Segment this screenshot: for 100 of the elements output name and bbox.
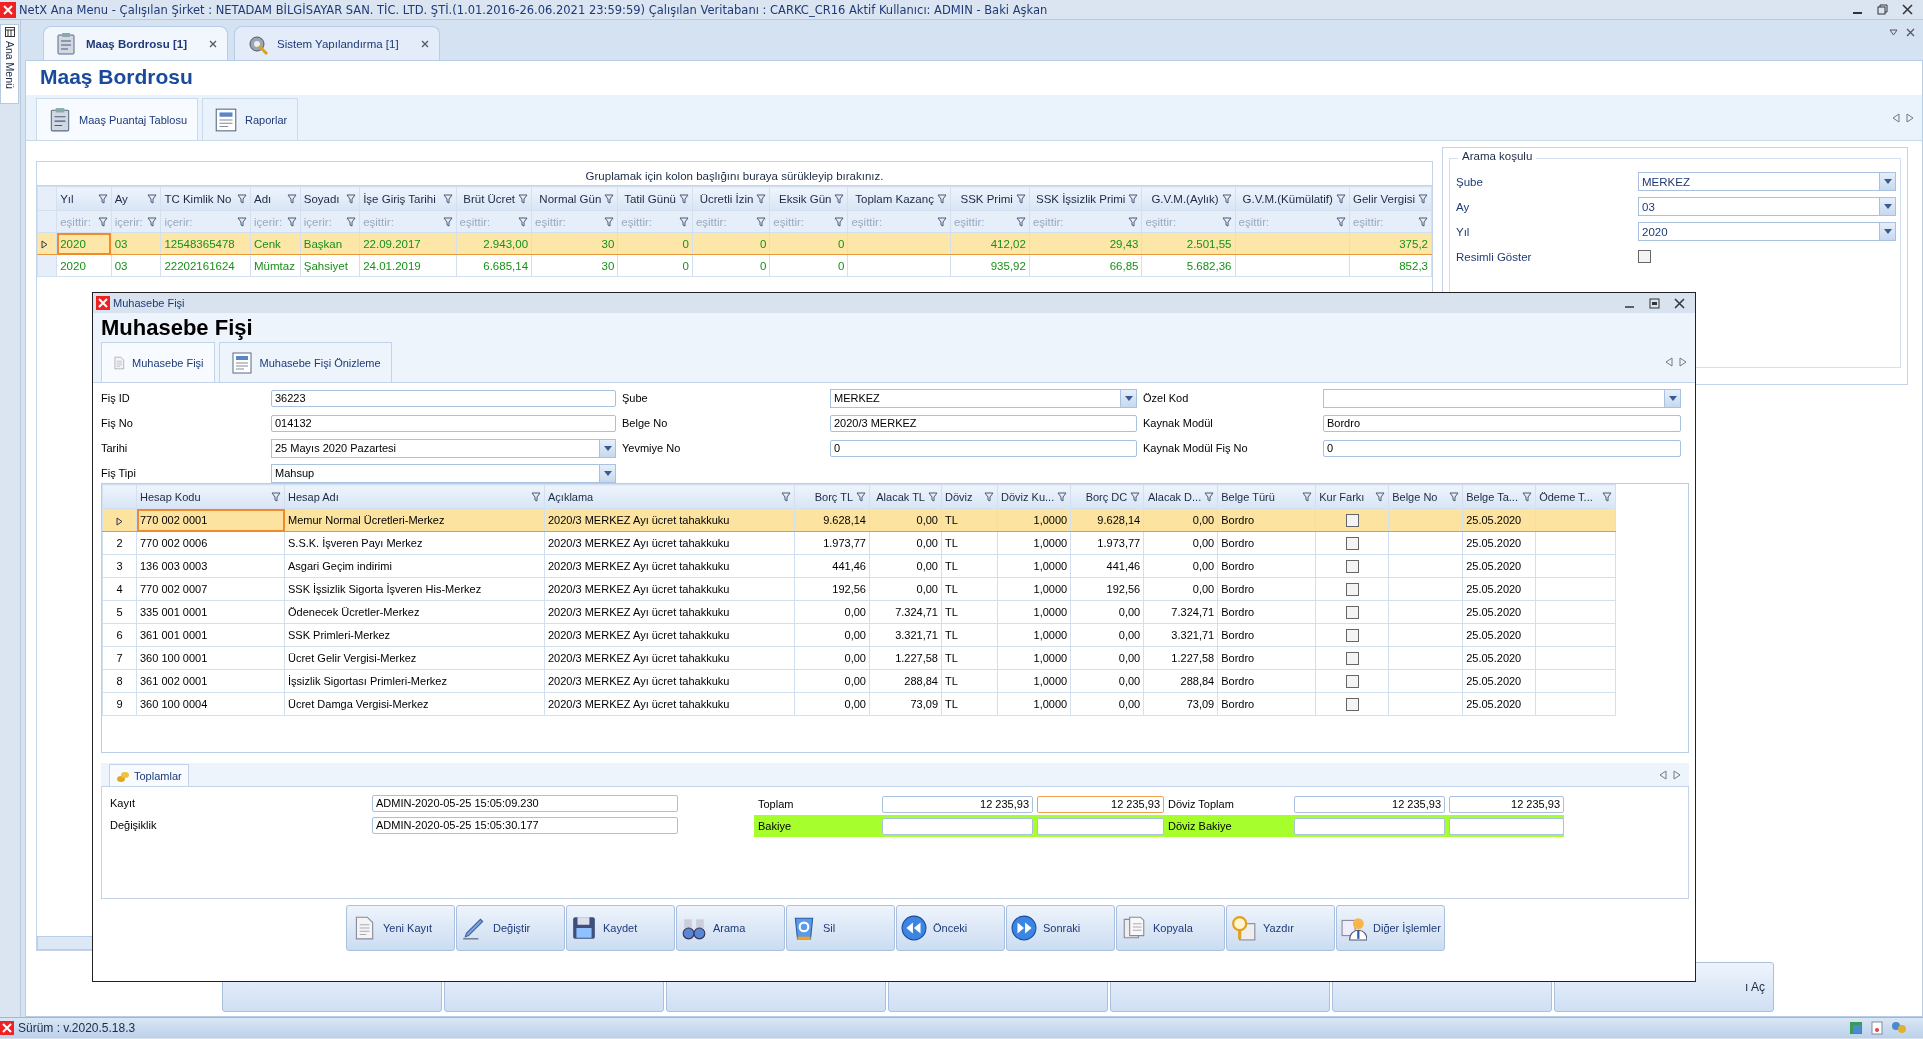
users-icon[interactable] — [1891, 1021, 1907, 1035]
column-header[interactable]: Döviz — [941, 484, 998, 509]
column-header[interactable]: Normal Gün — [531, 186, 618, 211]
dropdown-field[interactable]: 03 — [1638, 197, 1896, 216]
number-field[interactable]: 12 235,93 — [882, 795, 1033, 813]
totals-tab[interactable]: Toplamlar — [109, 764, 189, 786]
dropdown-button[interactable] — [1879, 173, 1895, 190]
column-header[interactable]: Eksik Gün — [769, 186, 848, 211]
table-row[interactable]: 7 360 100 0001 Ücret Gelir Vergisi-Merkez 2020/3 MERKEZ Ayı ücret tahakkuku 0,00 1.227,58 TL 1,0000 0,00 1.227,58 Bordro 25.05.2020 — [102, 646, 1616, 670]
dropdown-button[interactable] — [1879, 198, 1895, 215]
text-field[interactable]: 2020/3 MERKEZ — [830, 414, 1137, 432]
column-header[interactable]: Brüt Ücret — [456, 186, 532, 211]
checkbox[interactable] — [1638, 250, 1651, 263]
close-icon[interactable] — [420, 39, 429, 48]
dialog-tab[interactable]: Muhasebe Fişi — [101, 342, 215, 382]
column-header[interactable]: Alacak D... — [1143, 484, 1218, 509]
number-field[interactable] — [1037, 817, 1164, 835]
checkbox[interactable] — [1345, 582, 1359, 596]
number-field[interactable] — [1294, 817, 1445, 835]
scroll-right-icon[interactable] — [1679, 356, 1687, 367]
side-menu-tab[interactable]: Ana Menü — [0, 24, 19, 104]
scroll-left-icon[interactable] — [1892, 112, 1900, 123]
dropdown-field[interactable]: MERKEZ — [830, 388, 1137, 408]
column-header[interactable]: Hesap Adı — [284, 484, 545, 509]
dialog-tab[interactable]: Muhasebe Fişi Önizleme — [218, 342, 392, 382]
document-tab[interactable]: Maaş Bordrosu [1] — [43, 26, 228, 60]
toolbar-button[interactable]: Yazdır — [1226, 905, 1335, 951]
checkbox[interactable] — [1345, 651, 1359, 665]
column-header[interactable]: Belge Türü — [1217, 484, 1316, 509]
page-tab[interactable]: Raporlar — [202, 98, 299, 140]
document-icon[interactable] — [1871, 1021, 1883, 1035]
column-header[interactable]: Adı — [250, 186, 301, 211]
text-field[interactable]: ADMIN-2020-05-25 15:05:30.177 — [372, 816, 678, 834]
document-tab[interactable]: Sistem Yapılandırma [1] — [233, 26, 440, 60]
table-row[interactable]: 2020 03 22202161624 Mümtaz Şahsiyet 24.01.2019 6.685,14 30 0 0 0 935,92 66,85 5.682,36 852,3 — [37, 254, 1432, 277]
column-header[interactable]: İşe Giriş Tarihi — [359, 186, 457, 211]
restore-icon[interactable] — [1877, 4, 1888, 15]
text-field[interactable]: Bordro — [1323, 414, 1681, 432]
close-icon[interactable] — [1906, 28, 1915, 37]
column-header[interactable]: Yıl — [56, 186, 112, 211]
column-header[interactable]: Belge Ta... — [1462, 484, 1536, 509]
table-row[interactable]: 9 360 100 0004 Ücret Damga Vergisi-Merkez 2020/3 MERKEZ Ayı ücret tahakkuku 0,00 73,09 TL 1,0000 0,00 73,09 Bordro 25.05.2020 — [102, 692, 1616, 716]
checkbox[interactable] — [1345, 674, 1359, 688]
table-row[interactable]: 2020 03 12548365478 Cenk Başkan 22.09.2017 2.943,00 30 0 0 0 412,02 29,43 2.501,55 375,2 — [37, 232, 1432, 255]
text-field[interactable]: ADMIN-2020-05-25 15:05:09.230 — [372, 794, 678, 812]
checkbox[interactable] — [1345, 559, 1359, 573]
column-header[interactable]: G.V.M.(Kümülatif) — [1235, 186, 1350, 211]
dropdown-field[interactable]: 25 Mayıs 2020 Pazartesi — [271, 438, 616, 458]
column-header[interactable]: Döviz Ku... — [997, 484, 1071, 509]
column-header[interactable]: Ödeme T... — [1535, 484, 1616, 509]
table-row[interactable]: 5 335 001 0001 Ödenecek Ücretler-Merkez 2020/3 MERKEZ Ayı ücret tahakkuku 0,00 7.324,71 TL 1,0000 0,00 7.324,71 Bordro 25.05.2020 — [102, 600, 1616, 624]
column-header[interactable]: Alacak TL — [869, 484, 942, 509]
text-field[interactable]: 0 — [830, 439, 1137, 457]
number-field[interactable] — [882, 817, 1033, 835]
column-header[interactable]: Açıklama — [544, 484, 795, 509]
toolbar-button[interactable]: Yeni Kayıt — [346, 905, 455, 951]
page-tab[interactable]: Maaş Puantaj Tablosu — [36, 98, 199, 140]
table-row[interactable]: 3 136 003 0003 Asgari Geçim indirimi 2020/3 MERKEZ Ayı ücret tahakkuku 441,46 0,00 TL 1,0000 441,46 0,00 Bordro 25.05.2020 — [102, 554, 1616, 578]
scroll-right-icon[interactable] — [1673, 769, 1681, 780]
scroll-left-icon[interactable] — [1659, 769, 1667, 780]
toolbar-button[interactable]: Kopyala — [1116, 905, 1225, 951]
table-row[interactable]: 770 002 0001 Memur Normal Ücretleri-Merkez 2020/3 MERKEZ Ayı ücret tahakkuku 9.628,14 0,00 TL 1,0000 9.628,14 0,00 Bordro 25.05.2020 — [102, 508, 1616, 532]
column-header[interactable]: Borç TL — [794, 484, 870, 509]
column-header[interactable]: SSK İşsizlik Primi — [1029, 186, 1142, 211]
column-header[interactable]: TC Kimlik No — [160, 186, 251, 211]
number-field[interactable] — [1449, 817, 1564, 835]
dropdown-button[interactable] — [599, 439, 615, 457]
table-row[interactable]: 6 361 001 0001 SSK Primleri-Merkez 2020/3 MERKEZ Ayı ücret tahakkuku 0,00 3.321,71 TL 1,0000 0,00 3.321,71 Bordro 25.05.2020 — [102, 623, 1616, 647]
toolbar-button[interactable]: Değiştir — [456, 905, 565, 951]
checkbox[interactable] — [1345, 605, 1359, 619]
scroll-left-icon[interactable] — [1665, 356, 1673, 367]
checkbox[interactable] — [1345, 513, 1359, 527]
number-field[interactable]: 12 235,93 — [1449, 795, 1564, 813]
dropdown-field[interactable]: 2020 — [1638, 222, 1896, 241]
table-row[interactable]: 4 770 002 0007 SSK İşsizlik Sigorta İşveren His-Merkez 2020/3 MERKEZ Ayı ücret tahakkuku 192,56 0,00 TL 1,0000 192,56 0,00 Bordro 25.05.2020 — [102, 577, 1616, 601]
toolbar-button[interactable]: Diğer İşlemler — [1336, 905, 1445, 951]
close-icon[interactable] — [1674, 297, 1685, 309]
toolbar-button[interactable]: Sonraki — [1006, 905, 1115, 951]
dropdown-field[interactable]: MERKEZ — [1638, 172, 1896, 191]
dropdown-button[interactable] — [1664, 389, 1680, 407]
column-header[interactable]: Borç DC — [1070, 484, 1144, 509]
column-header[interactable]: Toplam Kazanç — [847, 186, 951, 211]
toolbar-button[interactable]: Sil — [786, 905, 895, 951]
scroll-right-icon[interactable] — [1906, 112, 1914, 123]
checkbox[interactable] — [1345, 628, 1359, 642]
column-header[interactable]: Ücretli İzin — [692, 186, 770, 211]
column-header[interactable]: Ay — [111, 186, 161, 211]
dropdown-button[interactable] — [1120, 389, 1136, 407]
column-header[interactable]: Hesap Kodu — [136, 484, 285, 509]
toolbar-button[interactable]: Kaydet — [566, 905, 675, 951]
windows-icon[interactable] — [1849, 1021, 1863, 1035]
table-row[interactable]: 8 361 002 0001 İşsizlik Sigortası Primleri-Merkez 2020/3 MERKEZ Ayı ücret tahakkuku 0,00 288,84 TL 1,0000 0,00 288,84 Bordro 25.05.2020 — [102, 669, 1616, 693]
number-field[interactable]: 12 235,93 — [1037, 795, 1164, 813]
dropdown-field[interactable]: Mahsup — [271, 463, 616, 483]
close-icon[interactable] — [208, 39, 217, 48]
text-field[interactable]: 0 — [1323, 439, 1681, 457]
text-field[interactable]: 014132 — [271, 414, 616, 432]
toolbar-button[interactable]: Arama — [676, 905, 785, 951]
dropdown-button[interactable] — [599, 464, 615, 482]
column-header[interactable]: Gelir Vergisi — [1349, 186, 1432, 211]
